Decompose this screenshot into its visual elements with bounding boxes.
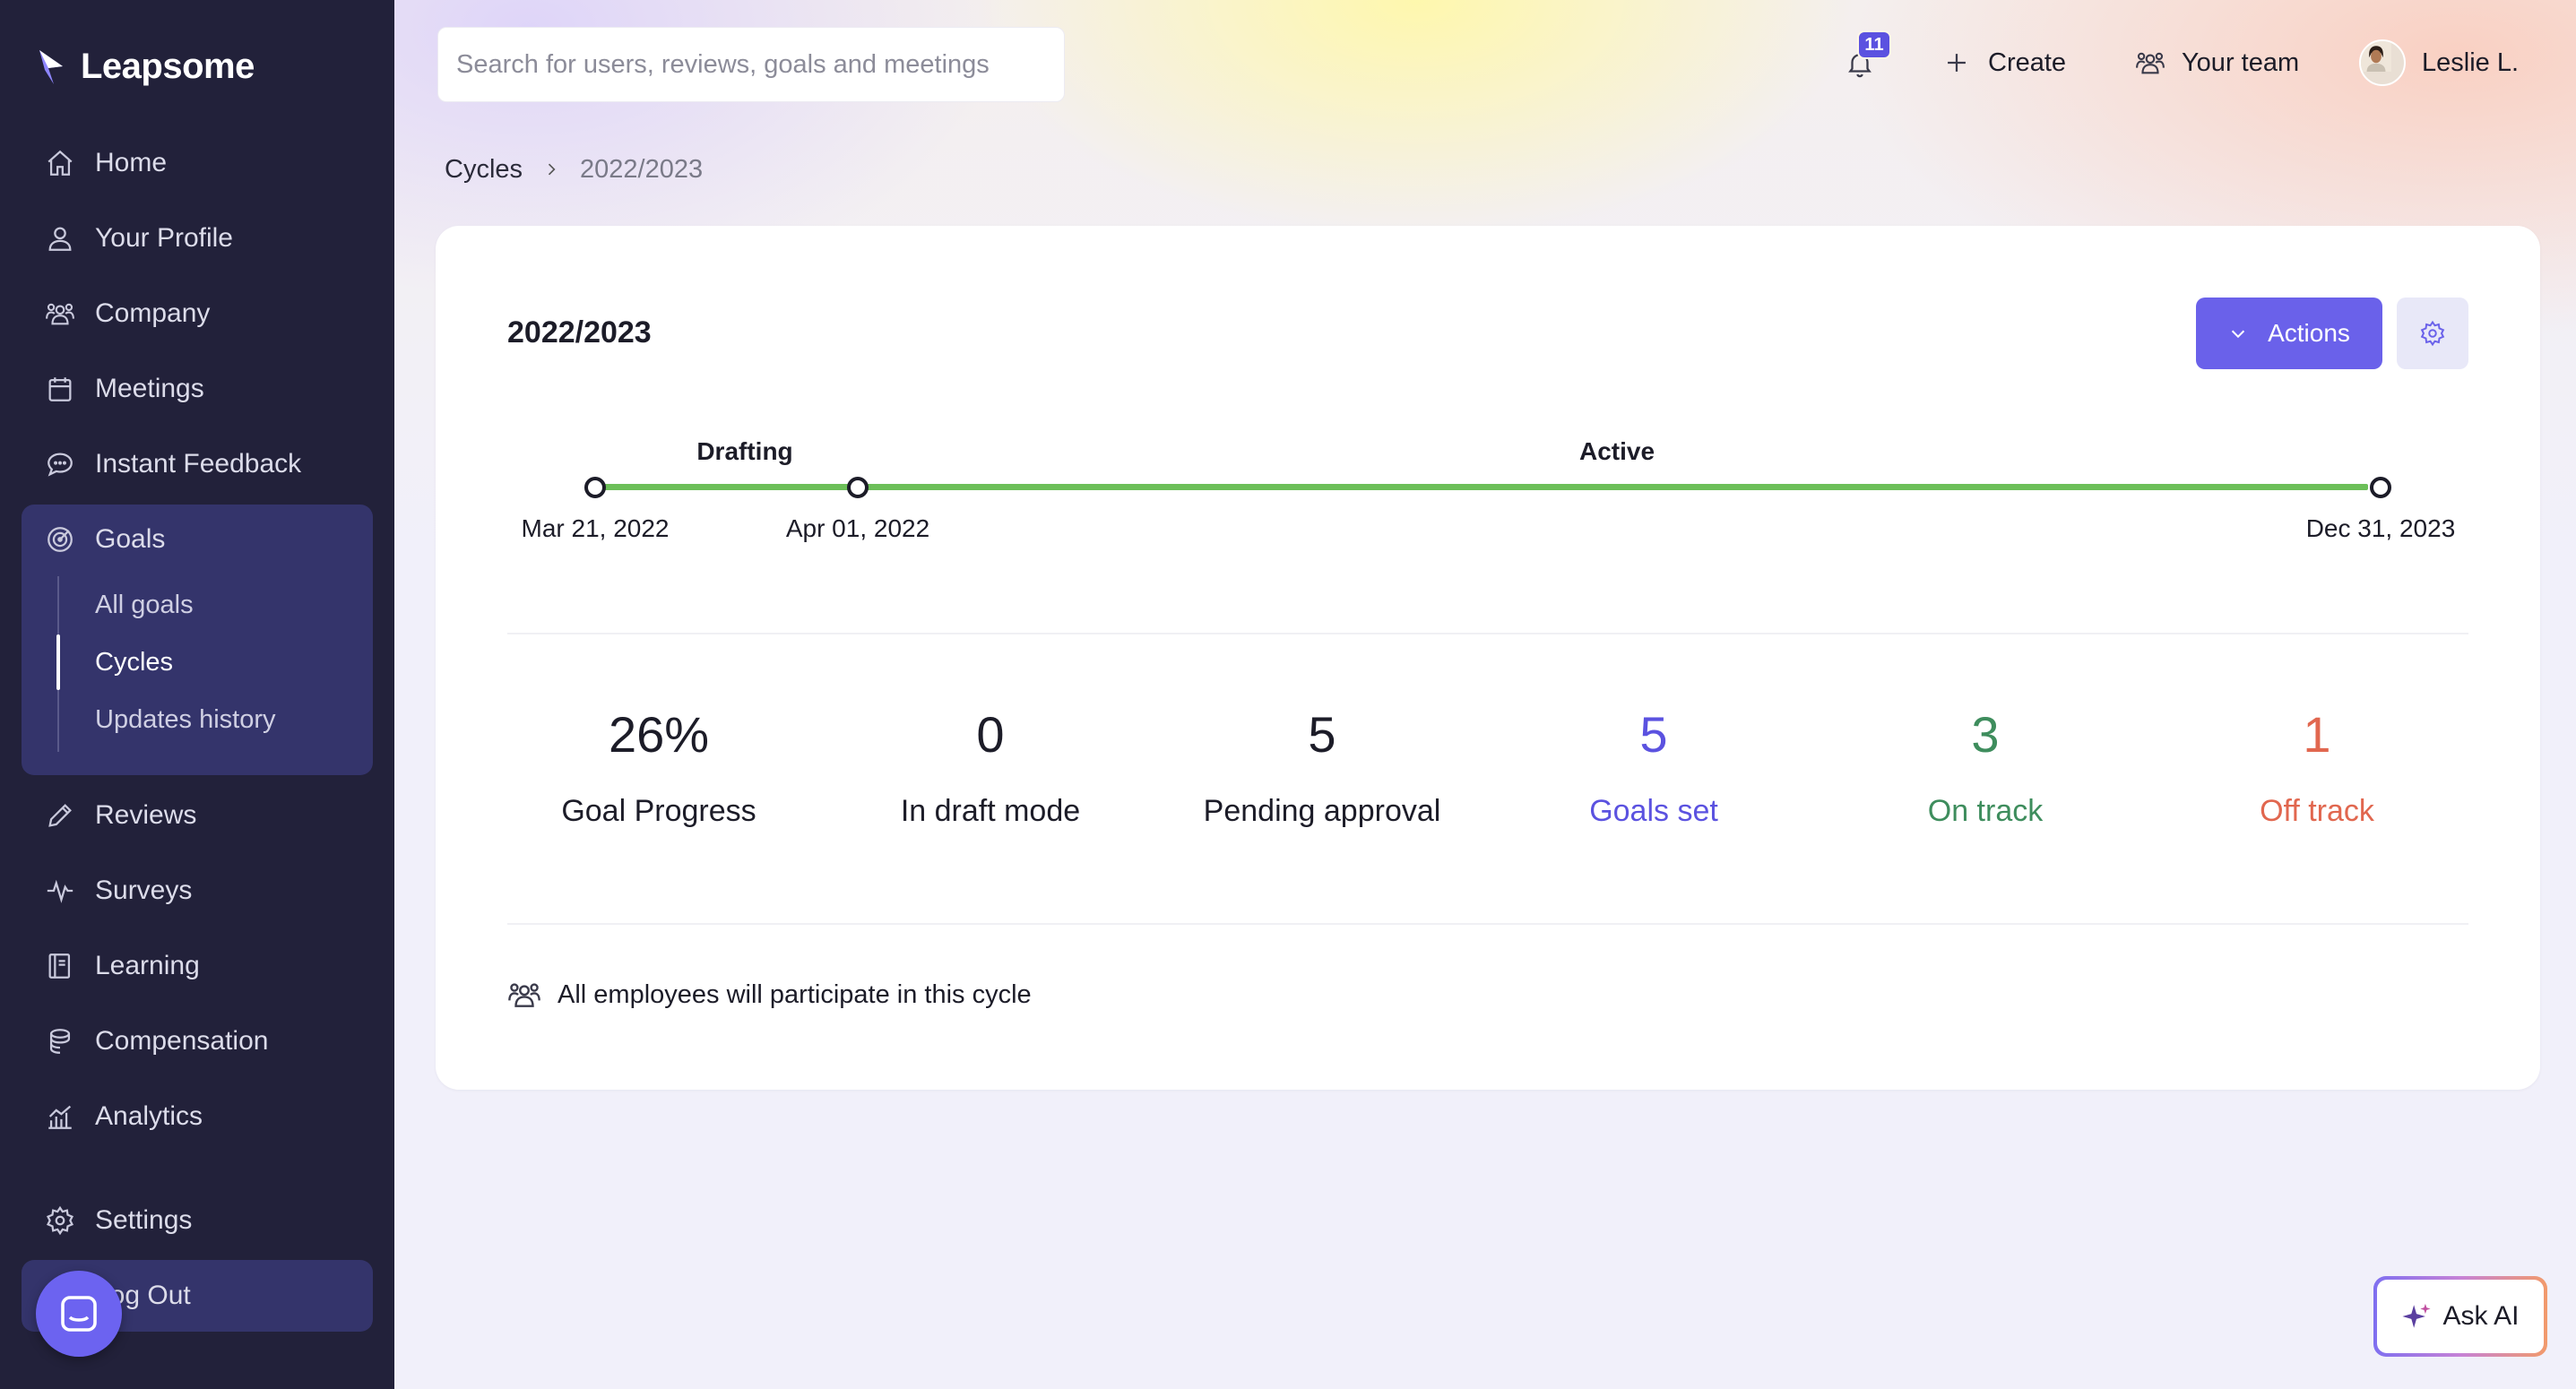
sidebar-item-label: Surveys bbox=[95, 876, 193, 905]
sidebar-item-label: Learning bbox=[95, 951, 200, 980]
stat-in-draft-mode[interactable]: 0 In draft mode bbox=[825, 710, 1156, 829]
divider bbox=[507, 923, 2468, 925]
stat-off-track[interactable]: 1 Off track bbox=[2151, 710, 2483, 829]
sidebar-item-company[interactable]: Company bbox=[22, 282, 373, 345]
subnav-all-goals[interactable]: All goals bbox=[95, 578, 194, 632]
avatar bbox=[2359, 39, 2406, 86]
stat-goal-progress[interactable]: 26% Goal Progress bbox=[493, 710, 825, 829]
people-icon bbox=[508, 983, 540, 1007]
sidebar-item-label: Goals bbox=[95, 524, 166, 554]
sidebar-item-home[interactable]: Home bbox=[22, 132, 373, 194]
sidebar-item-your-profile[interactable]: Your Profile bbox=[22, 207, 373, 270]
user-name: Leslie L. bbox=[2422, 47, 2520, 77]
sidebar-item-reviews[interactable]: Reviews bbox=[22, 784, 373, 847]
stat-label: Goal Progress bbox=[561, 794, 756, 828]
chevron-right-icon bbox=[548, 163, 556, 176]
stat-label: In draft mode bbox=[900, 794, 1081, 828]
sidebar-item-surveys[interactable]: Surveys bbox=[22, 859, 373, 922]
date-end: Dec 31, 2023 bbox=[2305, 514, 2456, 542]
participants-text: All employees will participate in this c… bbox=[558, 979, 1032, 1009]
stat-label: Pending approval bbox=[1203, 794, 1441, 828]
participants-info: All employees will participate in this c… bbox=[507, 975, 1032, 1014]
stat-label: Off track bbox=[2260, 794, 2374, 828]
stat-goals-set[interactable]: 5 Goals set bbox=[1488, 710, 1820, 829]
sidebar-item-label: Company bbox=[95, 298, 211, 328]
people-icon bbox=[46, 303, 74, 325]
sidebar-item-analytics[interactable]: Analytics bbox=[22, 1085, 373, 1148]
sidebar-item-label: Home bbox=[95, 148, 168, 177]
sidebar-item-instant-feedback[interactable]: Instant Feedback bbox=[22, 433, 373, 496]
subnav-updates-history[interactable]: Updates history bbox=[95, 693, 276, 746]
chat-widget-icon bbox=[61, 1296, 97, 1332]
avatar-image bbox=[2361, 41, 2391, 72]
phase-active: Active bbox=[1578, 437, 1655, 465]
your-team-button[interactable]: Your team bbox=[2135, 36, 2299, 90]
sparkle-icon bbox=[2402, 1303, 2432, 1328]
sidebar-item-learning[interactable]: Learning bbox=[22, 935, 373, 997]
cycle-card: 2022/2023 Actions Drafting Active Mar 21… bbox=[436, 226, 2540, 1090]
breadcrumb-current: 2022/2023 bbox=[580, 154, 704, 184]
stat-on-track[interactable]: 3 On track bbox=[1820, 710, 2151, 829]
plus-icon bbox=[1948, 54, 1966, 72]
stat-value: 3 bbox=[1971, 706, 2000, 763]
gear-icon bbox=[46, 1205, 74, 1236]
date-start: Mar 21, 2022 bbox=[521, 514, 670, 542]
stat-value: 1 bbox=[2303, 706, 2331, 763]
ask-ai-inner: Ask AI bbox=[2377, 1280, 2544, 1353]
stat-pending-approval[interactable]: 5 Pending approval bbox=[1156, 710, 1488, 829]
leapsome-logo[interactable]: Leapsome bbox=[36, 39, 255, 93]
app-name: Leapsome bbox=[81, 46, 255, 86]
sidebar-item-label: Reviews bbox=[95, 800, 197, 830]
notifications-badge: 11 bbox=[1857, 30, 1891, 59]
stat-value: 26% bbox=[608, 706, 710, 763]
pulse-icon bbox=[47, 879, 73, 903]
support-chat-button[interactable] bbox=[36, 1271, 122, 1357]
create-button[interactable]: Create bbox=[1941, 36, 2066, 90]
timeline-point-end bbox=[2370, 477, 2391, 498]
your-team-label: Your team bbox=[2182, 47, 2300, 77]
breadcrumb: Cycles 2022/2023 bbox=[445, 149, 703, 190]
sidebar-item-goals[interactable]: Goals bbox=[22, 508, 373, 571]
sidebar-item-label: Instant Feedback bbox=[95, 449, 302, 479]
chat-icon bbox=[48, 453, 73, 477]
stat-value: 0 bbox=[976, 706, 1005, 763]
create-label: Create bbox=[1988, 47, 2067, 77]
calendar-icon bbox=[48, 377, 72, 401]
cycle-timeline: Drafting Active Mar 21, 2022 Apr 01, 202… bbox=[436, 226, 2540, 584]
timeline-point-active-start bbox=[847, 477, 869, 498]
timeline-point-start bbox=[584, 477, 606, 498]
leapsome-logo-icon bbox=[39, 50, 63, 84]
phase-drafting: Drafting bbox=[696, 437, 793, 465]
stat-label: On track bbox=[1927, 794, 2044, 828]
home-icon bbox=[48, 150, 73, 176]
stat-value: 5 bbox=[1308, 706, 1336, 763]
stat-label: Goals set bbox=[1589, 794, 1718, 828]
sidebar-item-settings[interactable]: Settings bbox=[22, 1189, 373, 1252]
breadcrumb-cycles-link[interactable]: Cycles bbox=[445, 155, 523, 185]
ask-ai-label: Ask AI bbox=[2442, 1301, 2520, 1331]
subnav-cycles[interactable]: Cycles bbox=[95, 635, 173, 689]
sidebar: Leapsome Home Your Profile Company Meeti… bbox=[0, 0, 394, 1389]
team-icon bbox=[2136, 52, 2165, 74]
divider bbox=[507, 633, 2468, 634]
sidebar-item-label: Settings bbox=[95, 1205, 193, 1235]
sidebar-item-compensation[interactable]: Compensation bbox=[22, 1010, 373, 1073]
active-indicator bbox=[56, 634, 60, 690]
search-input[interactable] bbox=[437, 27, 1065, 102]
coins-icon bbox=[49, 1029, 71, 1054]
user-icon bbox=[48, 227, 72, 251]
sidebar-item-label: Meetings bbox=[95, 374, 204, 403]
user-menu[interactable]: Leslie L. bbox=[2359, 36, 2519, 90]
sidebar-item-label: Your Profile bbox=[95, 223, 233, 253]
target-icon bbox=[48, 527, 73, 552]
sidebar-item-label: Analytics bbox=[95, 1101, 203, 1131]
sidebar-item-label: Compensation bbox=[95, 1026, 269, 1056]
date-active-start: Apr 01, 2022 bbox=[785, 514, 930, 542]
stat-value: 5 bbox=[1639, 706, 1668, 763]
chart-icon bbox=[48, 1105, 72, 1129]
pencil-icon bbox=[48, 804, 72, 827]
sidebar-item-meetings[interactable]: Meetings bbox=[22, 358, 373, 420]
ask-ai-button[interactable]: Ask AI bbox=[2373, 1276, 2547, 1357]
book-icon bbox=[48, 953, 71, 979]
